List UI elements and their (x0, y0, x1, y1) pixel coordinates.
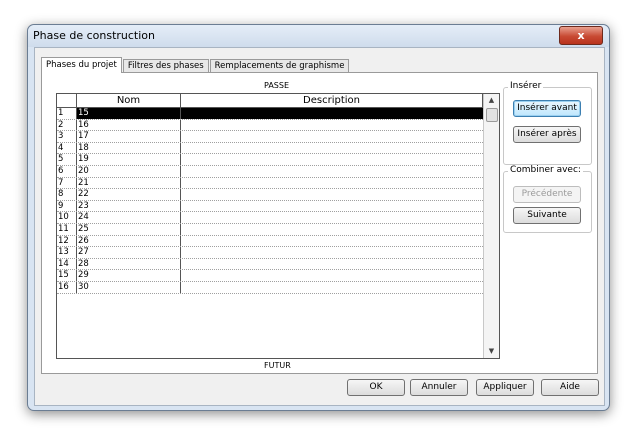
table-row[interactable]: 8 22 (57, 189, 483, 201)
table-row[interactable]: 2 16 (57, 119, 483, 132)
description-cell[interactable] (181, 270, 483, 281)
header-description[interactable]: Description (181, 94, 483, 107)
next-button[interactable]: Suivante (513, 207, 581, 224)
header-name[interactable]: Nom (77, 94, 181, 107)
table-row[interactable]: 1 15 (57, 108, 483, 120)
table-row[interactable]: 10 24 (57, 212, 483, 224)
row-number-cell: 3 (57, 131, 77, 142)
description-cell[interactable] (181, 236, 483, 247)
name-cell[interactable]: 23 (77, 200, 181, 212)
row-number-cell: 4 (57, 142, 77, 154)
description-cell[interactable] (181, 120, 483, 131)
name-cell[interactable]: 18 (77, 142, 181, 154)
name-cell[interactable]: 24 (77, 212, 181, 223)
past-label: PASSE (264, 81, 289, 90)
name-cell[interactable]: 15 (77, 108, 181, 119)
description-cell[interactable] (181, 108, 483, 119)
row-number-cell: 13 (57, 247, 77, 258)
apply-button[interactable]: Appliquer (476, 379, 534, 396)
description-cell[interactable] (181, 189, 483, 200)
table-row[interactable]: 4 18 (57, 142, 483, 155)
row-number-cell: 1 (57, 108, 77, 119)
window-title: Phase de construction (33, 29, 155, 42)
description-cell[interactable] (181, 259, 483, 270)
table-row[interactable]: 3 17 (57, 131, 483, 143)
insert-before-button[interactable]: Insérer avant (513, 100, 581, 117)
description-cell[interactable] (181, 224, 483, 235)
header-row-number (57, 94, 77, 107)
description-cell[interactable] (181, 178, 483, 189)
description-cell[interactable] (181, 131, 483, 142)
close-icon: x (577, 29, 585, 42)
grid-rows: 1 15 2 16 3 17 4 18 5 19 6 20 7 21 8 22 9 23 10 24 11 25 12 26 1… (57, 108, 483, 294)
description-cell[interactable] (181, 143, 483, 154)
description-cell[interactable] (181, 166, 483, 177)
table-row[interactable]: 13 27 (57, 247, 483, 259)
row-number-cell: 6 (57, 165, 77, 177)
previous-button[interactable]: Précédente (513, 186, 581, 203)
insert-after-button[interactable]: Insérer après (513, 126, 581, 143)
grid-scrollbar[interactable]: ▲ ▼ (483, 94, 499, 358)
row-number-cell: 7 (57, 177, 77, 189)
ok-button[interactable]: OK (347, 379, 405, 396)
row-number-cell: 16 (57, 281, 77, 293)
row-number-cell: 12 (57, 235, 77, 247)
description-cell[interactable] (181, 154, 483, 165)
name-cell[interactable]: 30 (77, 281, 181, 293)
name-cell[interactable]: 21 (77, 177, 181, 189)
close-button[interactable]: x (559, 26, 603, 45)
tab-remplacements-de-graphisme[interactable]: Remplacements de graphisme (209, 59, 350, 73)
name-cell[interactable]: 28 (77, 258, 181, 270)
name-cell[interactable]: 22 (77, 189, 181, 200)
tab-filtres-des-phases[interactable]: Filtres des phases (122, 59, 209, 73)
row-number-cell: 2 (57, 119, 77, 131)
name-cell[interactable]: 16 (77, 119, 181, 131)
name-cell[interactable]: 26 (77, 235, 181, 247)
name-cell[interactable]: 20 (77, 165, 181, 177)
name-cell[interactable]: 27 (77, 247, 181, 258)
dialog-client: Phases du projet Filtres des phases Remp… (34, 47, 605, 406)
table-row[interactable]: 16 30 (57, 281, 483, 294)
row-number-cell: 8 (57, 189, 77, 200)
table-row[interactable]: 11 25 (57, 223, 483, 236)
combine-group-title: Combiner avec: (508, 165, 583, 175)
description-cell[interactable] (181, 201, 483, 212)
tab-strip: Phases du projet Filtres des phases Remp… (41, 57, 350, 73)
row-number-cell: 11 (57, 223, 77, 235)
row-number-cell: 10 (57, 212, 77, 223)
description-cell[interactable] (181, 212, 483, 223)
future-label: FUTUR (264, 361, 291, 370)
phase-dialog: Phase de construction x Phases du projet… (27, 24, 610, 411)
scroll-thumb[interactable] (486, 108, 498, 122)
phases-grid: Nom Description 1 15 2 16 3 17 4 18 5 19 6 20 7 21 8 22… (56, 93, 500, 359)
tab-phases-du-projet[interactable]: Phases du projet (41, 57, 122, 73)
table-row[interactable]: 7 21 (57, 177, 483, 190)
insert-group-title: Insérer (508, 81, 544, 91)
description-cell[interactable] (181, 282, 483, 293)
name-cell[interactable]: 19 (77, 154, 181, 165)
table-row[interactable]: 6 20 (57, 165, 483, 178)
row-number-cell: 5 (57, 154, 77, 165)
table-row[interactable]: 15 29 (57, 270, 483, 282)
table-row[interactable]: 14 28 (57, 258, 483, 271)
name-cell[interactable]: 17 (77, 131, 181, 142)
scroll-down-icon[interactable]: ▼ (484, 345, 499, 358)
cancel-button[interactable]: Annuler (410, 379, 468, 396)
grid-header: Nom Description (57, 94, 483, 108)
table-row[interactable]: 5 19 (57, 154, 483, 166)
row-number-cell: 15 (57, 270, 77, 281)
row-number-cell: 14 (57, 258, 77, 270)
row-number-cell: 9 (57, 200, 77, 212)
description-cell[interactable] (181, 247, 483, 258)
scroll-up-icon[interactable]: ▲ (484, 94, 499, 107)
insert-group: Insérer Insérer avant Insérer après (503, 81, 592, 165)
name-cell[interactable]: 25 (77, 223, 181, 235)
title-bar[interactable]: Phase de construction x (28, 25, 609, 47)
help-button[interactable]: Aide (541, 379, 599, 396)
table-row[interactable]: 9 23 (57, 200, 483, 213)
name-cell[interactable]: 29 (77, 270, 181, 281)
phases-tab-panel: PASSE Nom Description 1 15 2 16 3 17 4 18 5 19 6 20… (41, 72, 598, 374)
table-row[interactable]: 12 26 (57, 235, 483, 248)
combine-group: Combiner avec: Précédente Suivante (503, 165, 592, 233)
